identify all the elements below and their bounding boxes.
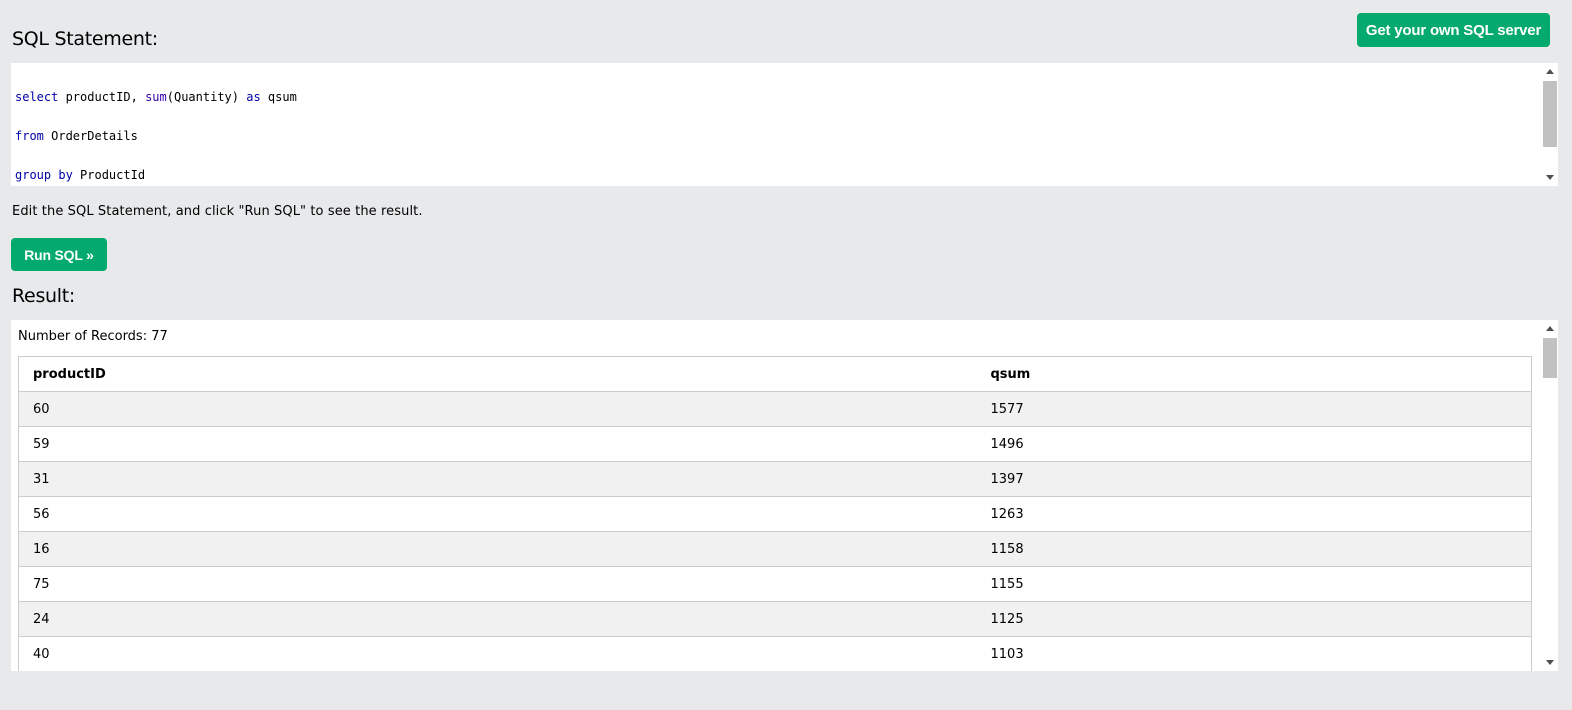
cell-qsum: 1125 (976, 601, 1532, 637)
table-row: 40 1103 (18, 636, 1532, 671)
table-row: 16 1158 (18, 531, 1532, 567)
code-line[interactable]: from OrderDetails (15, 129, 138, 144)
sql-text: ProductId (72, 168, 146, 182)
edit-hint-text: Edit the SQL Statement, and click "Run S… (12, 204, 423, 219)
sql-keyword: select (15, 90, 59, 104)
scroll-down-icon[interactable] (1546, 175, 1554, 180)
code-line[interactable]: group by ProductId (15, 168, 145, 183)
code-line[interactable]: select productID, sum(Quantity) as qsum (15, 90, 297, 105)
cell-productid: 59 (18, 426, 977, 462)
record-count: Number of Records: 77 (18, 329, 168, 344)
table-row: 24 1125 (18, 601, 1532, 637)
sql-statement-title: SQL Statement: (12, 28, 158, 50)
scroll-up-icon[interactable] (1546, 326, 1554, 331)
scroll-up-icon[interactable] (1546, 69, 1554, 74)
cell-productid: 24 (18, 601, 977, 637)
get-sql-server-button[interactable]: Get your own SQL server (1357, 13, 1550, 47)
cell-qsum: 1496 (976, 426, 1532, 462)
table-row: 56 1263 (18, 496, 1532, 532)
sql-tryit-page: Get your own SQL server SQL Statement: s… (0, 0, 1572, 710)
sql-text: qsum (260, 90, 297, 104)
sql-text: (Quantity) (166, 90, 247, 104)
cell-productid: 75 (18, 566, 977, 602)
result-scroll-thumb[interactable] (1543, 338, 1557, 378)
result-title: Result: (12, 285, 76, 307)
cell-qsum: 1263 (976, 496, 1532, 532)
cell-qsum: 1155 (976, 566, 1532, 602)
table-row: 60 1577 (18, 391, 1532, 427)
result-panel: Number of Records: 77 productID qsum 60 1… (11, 320, 1558, 671)
run-sql-button[interactable]: Run SQL » (11, 238, 107, 271)
column-header-productid: productID (18, 356, 977, 392)
table-row: 31 1397 (18, 461, 1532, 497)
cell-productid: 16 (18, 531, 977, 567)
sql-function: sum (145, 90, 167, 104)
column-header-qsum: qsum (976, 356, 1532, 392)
sql-keyword: by (58, 168, 73, 182)
result-table: productID qsum 60 1577 59 1496 31 1397 56 1263 1… (18, 356, 1532, 671)
cell-productid: 31 (18, 461, 977, 497)
table-row: 59 1496 (18, 426, 1532, 462)
editor-scrollbar[interactable] (1542, 63, 1558, 186)
cell-qsum: 1103 (976, 636, 1532, 671)
cell-productid: 40 (18, 636, 977, 671)
sql-keyword: from (15, 129, 44, 143)
sql-keyword: as (246, 90, 261, 104)
sql-text: productID, (58, 90, 146, 104)
sql-text: OrderDetails (43, 129, 138, 143)
cell-qsum: 1158 (976, 531, 1532, 567)
sql-code-editor[interactable]: select productID, sum(Quantity) as qsum f… (11, 63, 1558, 186)
result-rows: 60 1577 59 1496 31 1397 56 1263 16 1158 75 1155 24 11… (18, 391, 1532, 671)
cell-productid: 60 (18, 391, 977, 427)
result-scrollbar[interactable] (1542, 320, 1558, 671)
cell-qsum: 1397 (976, 461, 1532, 497)
sql-keyword: group (15, 168, 52, 182)
cell-productid: 56 (18, 496, 977, 532)
editor-scroll-thumb[interactable] (1543, 81, 1557, 147)
table-row: 75 1155 (18, 566, 1532, 602)
table-header-row: productID qsum (18, 356, 1532, 392)
cell-qsum: 1577 (976, 391, 1532, 427)
scroll-down-icon[interactable] (1546, 660, 1554, 665)
